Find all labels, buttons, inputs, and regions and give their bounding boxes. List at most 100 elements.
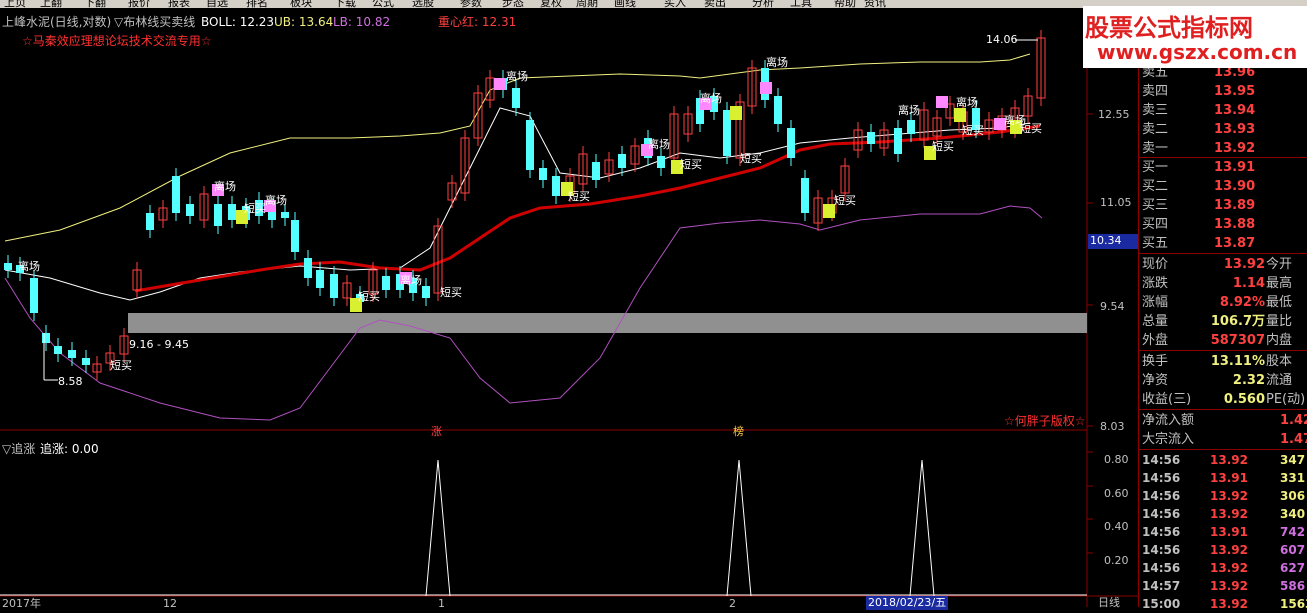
menu-item[interactable]: 复权: [540, 0, 562, 8]
quote-row: 现价 13.92 今开: [1138, 255, 1307, 274]
tick-time: 14:56: [1142, 507, 1181, 521]
fundamental-label: 收益(三): [1142, 392, 1192, 407]
lb-value: LB: 10.82: [333, 15, 391, 29]
menu-item[interactable]: 上翻: [40, 0, 62, 8]
tick-price: 13.92: [1210, 597, 1248, 611]
candle-body-down: [539, 168, 547, 180]
flow-row: 大宗流入 1.47: [1138, 430, 1307, 449]
orderbook-buy-row[interactable]: 买四 13.88: [1138, 215, 1307, 234]
sub-axis-label: 0.20: [1104, 554, 1129, 567]
orderbook-label: 卖三: [1142, 103, 1169, 118]
buy-signal-label: 短买: [834, 193, 856, 207]
tick-volume: 15630: [1280, 597, 1307, 611]
tick-price: 13.91: [1210, 525, 1248, 539]
low-marker: 8.58: [58, 375, 83, 388]
menu-item[interactable]: 上页: [4, 0, 26, 8]
quote-row: 涨幅 8.92% 最低: [1138, 293, 1307, 312]
buy-signal-label: 短买: [680, 157, 702, 171]
tick-time: 14:56: [1142, 525, 1181, 539]
candle-body-down: [214, 204, 222, 226]
fundamental-row: 收益(三) 0.560 PE(动): [1138, 390, 1307, 409]
orderbook-buy-row[interactable]: 买二 13.90: [1138, 177, 1307, 196]
fundamental-label: 换手: [1142, 354, 1169, 369]
stock-title: 上峰水泥(日线,对数): [2, 15, 112, 29]
menu-item[interactable]: 帮助: [834, 0, 856, 8]
watermark-url: www.gszx.com.cn: [1097, 40, 1298, 64]
copyright-text: ☆何胖子版权☆: [1004, 414, 1086, 428]
orderbook-label: 买五: [1142, 236, 1169, 251]
tick-row: 14:56 13.92 340: [1138, 505, 1307, 523]
menu-item[interactable]: 排名: [246, 0, 268, 8]
orderbook-sell-row[interactable]: 卖二 13.93: [1138, 120, 1307, 139]
menu-item[interactable]: 卖出: [704, 0, 726, 8]
menu-item[interactable]: 下翻: [84, 0, 106, 8]
menu-item[interactable]: 自选: [206, 0, 228, 8]
orderbook-sell-row[interactable]: 卖三 13.94: [1138, 101, 1307, 120]
candle-body-down: [867, 132, 875, 144]
candle-body-down: [304, 258, 312, 278]
menu-item[interactable]: 板块: [290, 0, 312, 8]
indicator-name[interactable]: ▽布林线买卖线: [114, 15, 195, 29]
orderbook-price: 13.93: [1214, 122, 1256, 137]
divider: [1138, 253, 1307, 254]
sell-signal-label: 离场: [18, 259, 40, 273]
menu-item[interactable]: 周期: [576, 0, 598, 8]
fundamental-value: 0.560: [1223, 392, 1265, 407]
center-red-value: 重心红: 12.31: [438, 15, 517, 29]
buy-signal-label: 短买: [740, 151, 762, 165]
menu-item[interactable]: 选股: [412, 0, 434, 8]
tick-price: 13.92: [1210, 507, 1248, 521]
orderbook-sell-row[interactable]: 卖一 13.92: [1138, 139, 1307, 158]
menu-item[interactable]: 分析: [752, 0, 774, 8]
quote-label-2: 今开: [1266, 257, 1293, 272]
sub-axis-label: 0.80: [1104, 453, 1129, 466]
tick-volume: 627: [1280, 561, 1306, 575]
menu-item[interactable]: 画线: [614, 0, 636, 8]
quote-row: 总量 106.7万 量比: [1138, 312, 1307, 331]
date-cursor-box: 2018/02/23/五: [866, 596, 949, 610]
menu-item[interactable]: 公式: [372, 0, 394, 8]
buy-signal-label: 短买: [440, 285, 462, 299]
fundamental-value: 13.11%: [1210, 354, 1265, 369]
orderbook-price: 13.91: [1214, 160, 1256, 175]
tick-row: 14:56 13.91 742: [1138, 523, 1307, 541]
menu-item[interactable]: 买入: [664, 0, 686, 8]
orderbook-buy-row[interactable]: 买一 13.91: [1138, 158, 1307, 177]
orderbook-label: 买三: [1142, 198, 1169, 213]
period-label[interactable]: 日线: [1098, 596, 1120, 610]
tick-volume: 331: [1280, 471, 1306, 485]
menu-item[interactable]: 报表: [168, 0, 190, 8]
orderbook-buy-row[interactable]: 买五 13.87: [1138, 234, 1307, 253]
candle-body-down: [382, 276, 390, 290]
menu-item[interactable]: 资讯: [864, 0, 886, 8]
quote-label: 外盘: [1142, 333, 1169, 348]
menu-item[interactable]: 下载: [334, 0, 356, 8]
orderbook-buy-row[interactable]: 买三 13.89: [1138, 196, 1307, 215]
quote-value: 13.92: [1223, 257, 1265, 272]
quote-label-2: 内盘: [1266, 333, 1293, 348]
sub-panel-title[interactable]: ▽追涨: [2, 442, 35, 456]
menu-item[interactable]: 报价: [128, 0, 150, 8]
time-axis-label: 1: [438, 597, 445, 610]
sell-signal-box: [494, 78, 506, 90]
menu-item[interactable]: 步态: [502, 0, 524, 8]
quote-side-panel: 卖五 13.96 卖四 13.95 卖三 13.94 卖二 13.93 卖一 13.92 买一 13.…: [1138, 8, 1307, 611]
menu-item[interactable]: 工具: [790, 0, 812, 8]
sell-signal-label: 离场: [898, 103, 920, 117]
orderbook-price: 13.92: [1214, 141, 1256, 156]
candle-body-down: [42, 333, 50, 343]
tick-price: 13.92: [1210, 561, 1248, 575]
sell-signal-label: 离场: [265, 193, 287, 207]
menu-item[interactable]: 参数: [460, 0, 482, 8]
main-chart[interactable]: 离场离场离场离场离场离场离场离场离场离场离场短买短买短买 短买短买短买 短买短买短买…: [0, 8, 1138, 607]
fundamental-label: 净资: [1142, 373, 1169, 388]
sell-signal-box: [760, 82, 772, 94]
ub-value: UB: 13.64: [274, 15, 334, 29]
tick-price: 13.92: [1210, 453, 1248, 467]
quote-label-2: 量比: [1266, 314, 1293, 329]
quote-label-2: 最高: [1266, 276, 1293, 291]
flow-label: 大宗流入: [1142, 432, 1195, 447]
orderbook-sell-row[interactable]: 卖四 13.95: [1138, 82, 1307, 101]
price-axis-label: 9.54: [1100, 300, 1125, 313]
orderbook-price: 13.95: [1214, 84, 1256, 99]
